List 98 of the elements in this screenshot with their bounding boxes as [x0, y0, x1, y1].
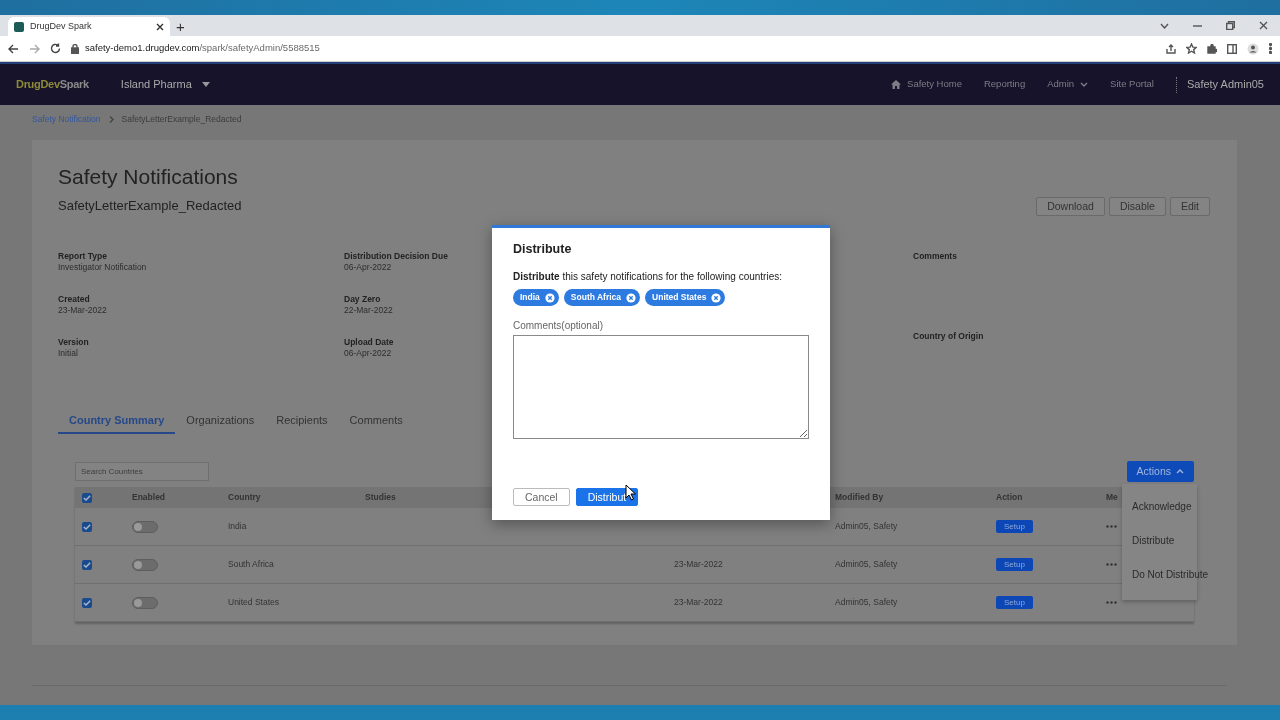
field-label: Version [58, 337, 89, 348]
home-icon [891, 80, 902, 89]
cursor-icon [625, 484, 637, 501]
remove-icon[interactable] [626, 292, 637, 303]
table-cell: United States [228, 596, 280, 609]
nav-link[interactable]: Admin [1047, 77, 1075, 92]
column-header: Country [228, 491, 261, 504]
field-label: Day Zero [344, 294, 382, 305]
restore-icon[interactable] [1226, 21, 1235, 30]
setup-button[interactable]: Setup [996, 596, 1033, 609]
back-arrow-icon[interactable] [8, 43, 19, 54]
more-icon[interactable] [1106, 525, 1117, 528]
nav-link[interactable]: Site Portal [1110, 77, 1154, 92]
lock-icon [71, 43, 79, 54]
tab[interactable]: Organizations [175, 408, 266, 434]
user-name[interactable]: Safety Admin05 [1186, 76, 1264, 93]
tab[interactable]: Recipients [265, 408, 339, 434]
new-tab-button[interactable]: + [176, 17, 185, 36]
toggle-switch[interactable] [132, 558, 158, 571]
page-subtitle: SafetyLetterExample_Redacted [58, 197, 242, 216]
distribute-button[interactable]: Distribut [575, 488, 639, 506]
checkbox[interactable] [82, 597, 92, 608]
country-chip[interactable]: United States [645, 289, 726, 306]
forward-arrow-icon[interactable] [29, 43, 40, 54]
logo[interactable]: DrugDevSpark [16, 76, 89, 93]
setup-button[interactable]: Setup [996, 558, 1033, 571]
puzzle-icon[interactable] [1207, 43, 1217, 54]
more-icon[interactable] [1106, 563, 1117, 566]
favicon-icon [14, 21, 24, 32]
field-value: Investigator Notification [58, 262, 147, 273]
country-chip[interactable]: India [513, 289, 559, 306]
url-field[interactable]: safety-demo1.drugdev.com/spark/safetyAdmin/5588515 [85, 41, 320, 56]
checkbox[interactable] [82, 492, 92, 503]
setup-button[interactable]: Setup [996, 520, 1033, 533]
chevron-down-icon[interactable] [1160, 22, 1169, 29]
field-value: 06-Apr-2022 [344, 262, 393, 273]
checkbox[interactable] [82, 559, 92, 570]
tab[interactable]: Comments [338, 408, 414, 434]
kebab-menu-icon[interactable] [1269, 43, 1272, 54]
comments-field[interactable] [513, 335, 809, 439]
toggle-switch[interactable] [132, 596, 158, 609]
sidebar-icon[interactable] [1227, 43, 1237, 54]
table-cell: South Africa [228, 558, 274, 571]
dialog-message: Distribute this safety notifications for the following countries: [513, 270, 783, 284]
toggle-switch[interactable] [132, 520, 158, 533]
action-button[interactable]: Disable [1108, 196, 1166, 216]
nav-link[interactable]: Safety Home [907, 77, 962, 92]
nav-link[interactable]: Reporting [983, 77, 1026, 92]
menu-item[interactable]: Acknowledge [1122, 490, 1198, 524]
close-icon[interactable] [156, 22, 164, 31]
chevron-up-icon [1176, 469, 1184, 474]
breadcrumb-item: SafetyLetterExample_Redacted [121, 112, 242, 126]
action-button[interactable]: Download [1036, 196, 1105, 216]
field-label: Country of Origin [913, 331, 984, 342]
field-label: Distribution Decision Due [344, 251, 448, 262]
chevron-down-icon[interactable] [1080, 82, 1089, 87]
field-value: 22-Mar-2022 [344, 305, 393, 316]
close-icon[interactable] [1259, 21, 1268, 30]
table-cell: Admin05, Safety [835, 596, 898, 609]
dialog-title: Distribute [513, 242, 573, 257]
table-cell: Admin05, Safety [835, 520, 898, 533]
field-label: Created [58, 294, 91, 305]
field-value: 23-Mar-2022 [58, 305, 107, 316]
more-icon[interactable] [1106, 601, 1117, 604]
column-header: Me [1106, 491, 1118, 504]
country-chip[interactable]: South Africa [563, 289, 641, 306]
menu-item[interactable]: Distribute [1122, 524, 1181, 558]
remove-icon[interactable] [711, 292, 722, 303]
cancel-button[interactable]: Cancel [513, 488, 570, 506]
minimize-icon[interactable] [1193, 24, 1202, 27]
menu-item[interactable]: Do Not Distribute [1122, 558, 1215, 592]
column-header: Enabled [132, 491, 166, 504]
table-cell: 23-Mar-2022 [674, 596, 723, 609]
column-header: Studies [365, 491, 396, 504]
checkbox[interactable] [82, 521, 92, 532]
field-value: Initial [58, 348, 79, 359]
action-button[interactable]: Edit [1169, 196, 1210, 216]
chevron-right-icon [108, 115, 114, 123]
field-label: Comments(optional) [513, 319, 605, 333]
caret-icon[interactable] [201, 82, 210, 87]
field-label: Upload Date [344, 337, 394, 348]
remove-icon[interactable] [544, 292, 555, 303]
profile-icon[interactable] [1247, 42, 1259, 55]
reload-icon[interactable] [50, 43, 61, 54]
actions-button[interactable]: Actions [1126, 461, 1194, 482]
star-icon[interactable] [1186, 43, 1197, 54]
field-label: Report Type [58, 251, 108, 262]
table-cell: India [228, 520, 247, 533]
table-cell: 23-Mar-2022 [674, 558, 723, 571]
table-cell: Admin05, Safety [835, 558, 898, 571]
column-header: Action [996, 491, 1023, 504]
field-label: Comments [913, 251, 957, 262]
share-icon[interactable] [1166, 43, 1176, 54]
column-header: Modified By [835, 491, 884, 504]
field-value: 06-Apr-2022 [344, 348, 393, 359]
page-title: Safety Notifications [58, 164, 239, 190]
organization-selector[interactable]: Island Pharma [120, 76, 192, 93]
tab[interactable]: Country Summary [58, 408, 176, 434]
